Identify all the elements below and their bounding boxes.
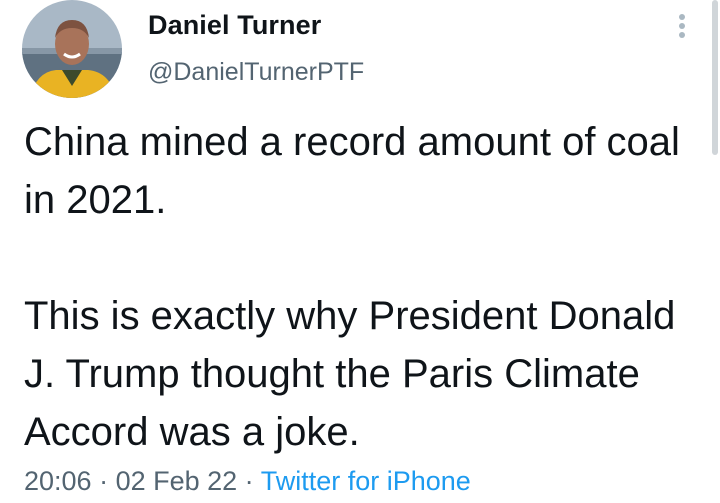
tweet-source-link[interactable]: Twitter for iPhone — [261, 466, 471, 496]
separator: · — [91, 466, 116, 496]
user-handle[interactable]: @DanielTurnerPTF — [148, 58, 364, 87]
tweet-paragraph: China mined a record amount of coal in 2… — [24, 120, 680, 222]
tweet-metadata: 20:06 · 02 Feb 22 · Twitter for iPhone — [24, 466, 471, 497]
more-options-button[interactable] — [670, 10, 694, 42]
scrollbar[interactable] — [712, 0, 718, 155]
separator: · — [237, 466, 261, 496]
display-name[interactable]: Daniel Turner — [148, 10, 321, 41]
profile-photo — [22, 0, 122, 98]
tweet-date[interactable]: 02 Feb 22 — [116, 466, 238, 496]
tweet-time[interactable]: 20:06 — [24, 466, 92, 496]
avatar[interactable] — [22, 0, 122, 98]
tweet-text: China mined a record amount of coal in 2… — [24, 113, 704, 461]
tweet-paragraph: This is exactly why President Donald J. … — [24, 294, 676, 454]
